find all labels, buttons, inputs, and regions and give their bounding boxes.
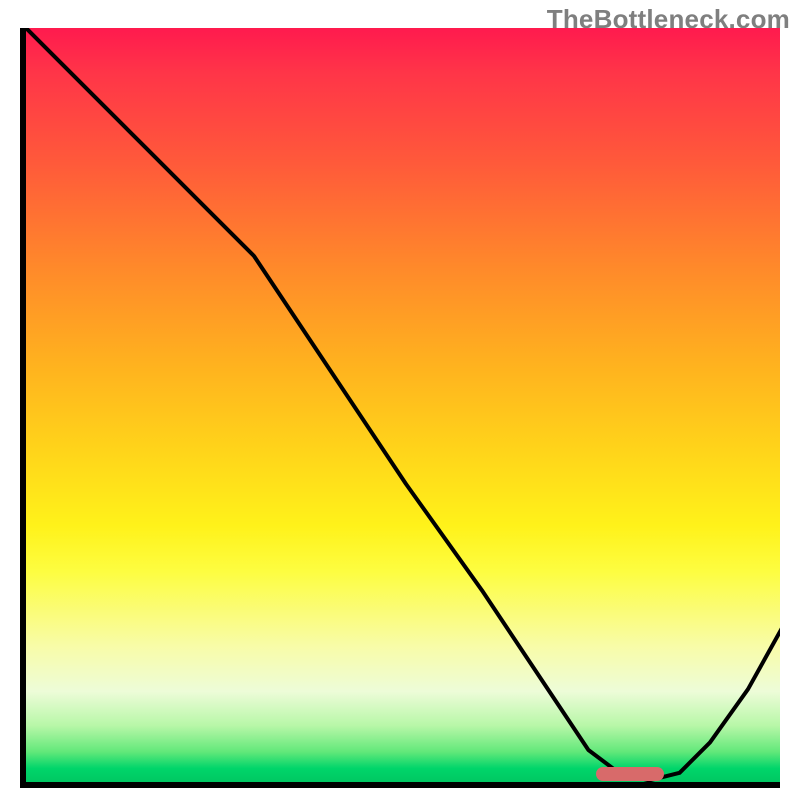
curve-path: [26, 28, 780, 780]
bottleneck-marker: [596, 767, 664, 781]
chart-stage: TheBottleneck.com: [0, 0, 800, 800]
curve-svg: [26, 28, 780, 788]
plot-area: [20, 28, 780, 788]
